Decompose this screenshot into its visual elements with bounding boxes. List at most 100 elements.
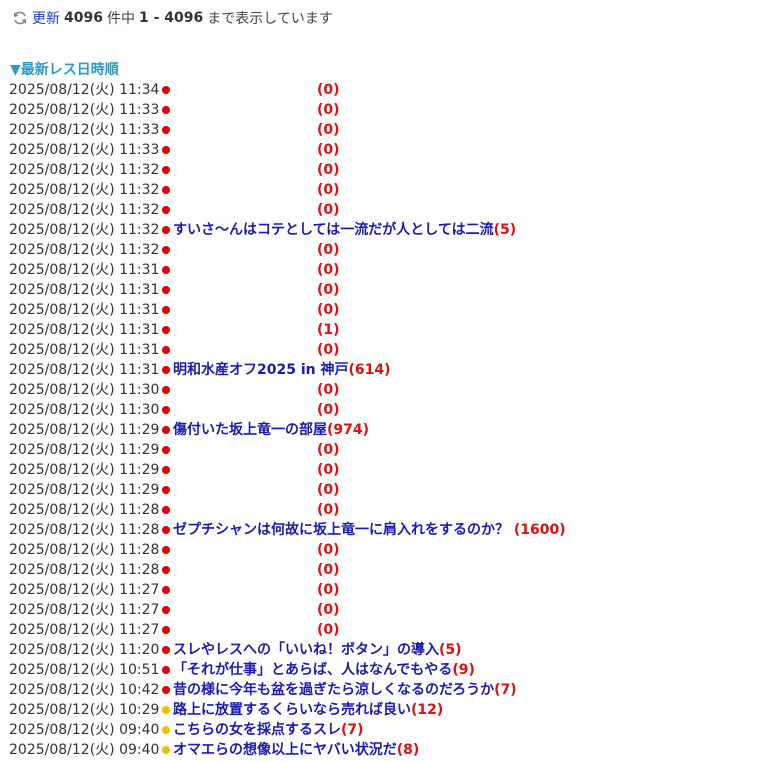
reply-count[interactable]: (0) bbox=[317, 480, 340, 500]
thread-row: 2025/08/12(火) 11:33 (0) bbox=[9, 120, 779, 140]
reply-count[interactable]: (0) bbox=[317, 160, 340, 180]
yellow-dot-icon bbox=[162, 746, 170, 754]
red-dot-icon bbox=[162, 346, 170, 354]
list-header: 更新 4096 件中 1 - 4096 まで表示しています bbox=[12, 8, 333, 28]
thread-date: 2025/08/12(火) 11:28 bbox=[9, 562, 160, 578]
red-dot-icon bbox=[162, 266, 170, 274]
thread-date: 2025/08/12(火) 11:30 bbox=[9, 382, 160, 398]
thread-title-link[interactable]: すいさ～んはコテとしては一流だが人としては二流 bbox=[173, 222, 494, 238]
sort-order-label[interactable]: ▼最新レス日時順 bbox=[10, 60, 119, 80]
red-dot-icon bbox=[162, 146, 170, 154]
reply-count[interactable]: (0) bbox=[317, 600, 340, 620]
red-dot-icon bbox=[162, 286, 170, 294]
red-dot-icon bbox=[162, 246, 170, 254]
refresh-link[interactable]: 更新 bbox=[32, 8, 60, 28]
thread-date: 2025/08/12(火) 11:31 bbox=[9, 342, 160, 358]
thread-title-link[interactable]: 傷付いた坂上竜一の部屋 bbox=[173, 422, 327, 438]
thread-date: 2025/08/12(火) 11:31 bbox=[9, 302, 160, 318]
thread-row: 2025/08/12(火) 11:34 (0) bbox=[9, 80, 779, 100]
thread-date: 2025/08/12(火) 11:29 bbox=[9, 442, 160, 458]
thread-date: 2025/08/12(火) 11:33 bbox=[9, 142, 160, 158]
thread-date: 2025/08/12(火) 11:33 bbox=[9, 102, 160, 118]
display-range: 1 - 4096 bbox=[138, 10, 204, 26]
reply-count: (5) bbox=[439, 642, 462, 658]
thread-row: 2025/08/12(火) 11:32 (0) bbox=[9, 180, 779, 200]
thread-row: 2025/08/12(火) 11:27 (0) bbox=[9, 620, 779, 640]
reply-count[interactable]: (0) bbox=[317, 120, 340, 140]
thread-date: 2025/08/12(火) 11:28 bbox=[9, 542, 160, 558]
thread-date: 2025/08/12(火) 11:30 bbox=[9, 402, 160, 418]
thread-list: 2025/08/12(火) 11:34 (0) 2025/08/12(火) 11:3… bbox=[9, 80, 779, 760]
thread-row: 2025/08/12(火) 10:29 路上に放置するくらいなら売れば良い(12) bbox=[9, 700, 779, 720]
thread-row: 2025/08/12(火) 11:28 ゼプチシャンは何故に坂上竜一に肩入れをする… bbox=[9, 520, 779, 540]
thread-row: 2025/08/12(火) 11:31 (0) bbox=[9, 340, 779, 360]
reply-count[interactable]: (0) bbox=[317, 140, 340, 160]
red-dot-icon bbox=[162, 306, 170, 314]
reply-count[interactable]: (0) bbox=[317, 180, 340, 200]
thread-date: 2025/08/12(火) 11:32 bbox=[9, 182, 160, 198]
reply-count[interactable]: (0) bbox=[317, 100, 340, 120]
thread-date: 2025/08/12(火) 11:32 bbox=[9, 162, 160, 178]
thread-title-link[interactable]: 「それが仕事」とあらば、人はなんでもやる bbox=[173, 662, 452, 678]
thread-row: 2025/08/12(火) 11:20 スレやレスへの「いいね！ボタン」の導入(5… bbox=[9, 640, 779, 660]
reply-count: (9) bbox=[452, 662, 475, 678]
thread-date: 2025/08/12(火) 11:33 bbox=[9, 122, 160, 138]
thread-date: 2025/08/12(火) 11:29 bbox=[9, 482, 160, 498]
thread-title-link[interactable]: スレやレスへの「いいね！ボタン」の導入 bbox=[173, 642, 439, 658]
red-dot-icon bbox=[162, 566, 170, 574]
thread-date: 2025/08/12(火) 11:29 bbox=[9, 422, 160, 438]
reply-count[interactable]: (0) bbox=[317, 580, 340, 600]
red-dot-icon bbox=[162, 386, 170, 394]
red-dot-icon bbox=[162, 626, 170, 634]
reply-count[interactable]: (1) bbox=[317, 320, 340, 340]
thread-title-link[interactable]: 昔の様に今年も盆を過ぎたら涼しくなるのだろうか bbox=[173, 682, 494, 698]
thread-title-link[interactable]: オマエらの想像以上にヤバい状況だ bbox=[173, 742, 397, 758]
reply-count[interactable]: (0) bbox=[317, 500, 340, 520]
thread-title-link[interactable]: 路上に放置するくらいなら売れば良い bbox=[173, 702, 411, 718]
reply-count[interactable]: (0) bbox=[317, 240, 340, 260]
thread-date: 2025/08/12(火) 10:51 bbox=[9, 662, 160, 678]
thread-title-link[interactable]: 明和水産オフ2025 in 神戸 bbox=[173, 362, 348, 378]
thread-row: 2025/08/12(火) 11:29 (0) bbox=[9, 460, 779, 480]
thread-date: 2025/08/12(火) 11:32 bbox=[9, 222, 160, 238]
reply-count[interactable]: (0) bbox=[317, 560, 340, 580]
thread-title-link[interactable]: ゼプチシャンは何故に坂上竜一に肩入れをするのか？ bbox=[173, 522, 509, 538]
header-text-of: 件中 bbox=[106, 11, 135, 27]
thread-date: 2025/08/12(火) 11:27 bbox=[9, 622, 160, 638]
thread-row: 2025/08/12(火) 11:28 (0) bbox=[9, 500, 779, 520]
total-count: 4096 bbox=[64, 10, 103, 26]
reply-count[interactable]: (0) bbox=[317, 460, 340, 480]
reply-count: (1600) bbox=[509, 522, 566, 538]
thread-row: 2025/08/12(火) 11:30 (0) bbox=[9, 380, 779, 400]
red-dot-icon bbox=[162, 326, 170, 334]
red-dot-icon bbox=[162, 646, 170, 654]
reply-count[interactable]: (0) bbox=[317, 260, 340, 280]
red-dot-icon bbox=[162, 606, 170, 614]
thread-date: 2025/08/12(火) 11:28 bbox=[9, 522, 160, 538]
reply-count[interactable]: (0) bbox=[317, 80, 340, 100]
reply-count[interactable]: (0) bbox=[317, 540, 340, 560]
thread-row: 2025/08/12(火) 11:31 (0) bbox=[9, 300, 779, 320]
red-dot-icon bbox=[162, 426, 170, 434]
reply-count[interactable]: (0) bbox=[317, 280, 340, 300]
thread-row: 2025/08/12(火) 11:31 明和水産オフ2025 in 神戸(614) bbox=[9, 360, 779, 380]
reply-count[interactable]: (0) bbox=[317, 380, 340, 400]
thread-row: 2025/08/12(火) 11:27 (0) bbox=[9, 600, 779, 620]
reply-count[interactable]: (0) bbox=[317, 440, 340, 460]
red-dot-icon bbox=[162, 546, 170, 554]
refresh-icon[interactable] bbox=[12, 10, 28, 26]
red-dot-icon bbox=[162, 666, 170, 674]
reply-count[interactable]: (0) bbox=[317, 200, 340, 220]
reply-count[interactable]: (0) bbox=[317, 300, 340, 320]
red-dot-icon bbox=[162, 206, 170, 214]
reply-count[interactable]: (0) bbox=[317, 620, 340, 640]
reply-count: (5) bbox=[493, 222, 517, 238]
thread-row: 2025/08/12(火) 11:30 (0) bbox=[9, 400, 779, 420]
reply-count[interactable]: (0) bbox=[317, 340, 340, 360]
reply-count[interactable]: (0) bbox=[317, 400, 340, 420]
thread-row: 2025/08/12(火) 09:40 オマエらの想像以上にヤバい状況だ(8) bbox=[9, 740, 779, 760]
reply-count: (7) bbox=[341, 722, 364, 738]
thread-title-link[interactable]: こちらの女を採点するスレ bbox=[173, 722, 341, 738]
red-dot-icon bbox=[162, 466, 170, 474]
red-dot-icon bbox=[162, 486, 170, 494]
